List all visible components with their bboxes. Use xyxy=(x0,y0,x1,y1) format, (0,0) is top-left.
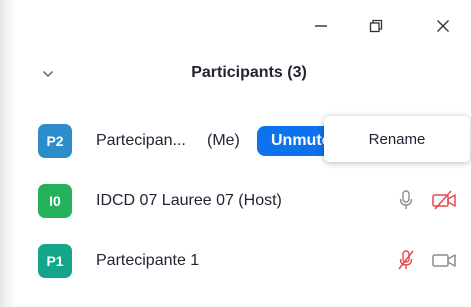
participant-name: Partecipan... xyxy=(96,132,186,149)
restore-icon xyxy=(369,19,383,33)
close-icon xyxy=(437,20,449,32)
avatar: P2 xyxy=(38,124,72,158)
avatar: P1 xyxy=(38,244,72,278)
me-label: (Me) xyxy=(207,132,240,149)
panel-title: Participants (3) xyxy=(191,64,307,81)
collapse-button[interactable] xyxy=(40,66,56,82)
video-off-icon[interactable] xyxy=(430,189,458,211)
minimize-button[interactable] xyxy=(303,12,339,40)
restore-button[interactable] xyxy=(358,12,394,40)
participant-name: IDCD 07 Lauree 07 (Host) xyxy=(96,192,282,209)
participant-row-host[interactable]: I0 IDCD 07 Lauree 07 (Host) xyxy=(16,176,471,226)
video-on-icon[interactable] xyxy=(430,249,458,271)
unmute-label: Unmute xyxy=(271,132,331,149)
context-menu: Rename xyxy=(324,116,470,162)
panel-shadow xyxy=(0,0,16,307)
participant-row-p1[interactable]: P1 Partecipante 1 xyxy=(16,236,471,286)
participant-name: Partecipante 1 xyxy=(96,252,200,269)
close-button[interactable] xyxy=(425,12,461,40)
mic-on-icon[interactable] xyxy=(395,189,417,211)
avatar: I0 xyxy=(38,184,72,218)
menu-item-rename[interactable]: Rename xyxy=(369,131,426,148)
mic-muted-icon[interactable] xyxy=(395,249,417,271)
chevron-down-icon xyxy=(42,70,54,78)
minimize-icon xyxy=(315,25,327,27)
